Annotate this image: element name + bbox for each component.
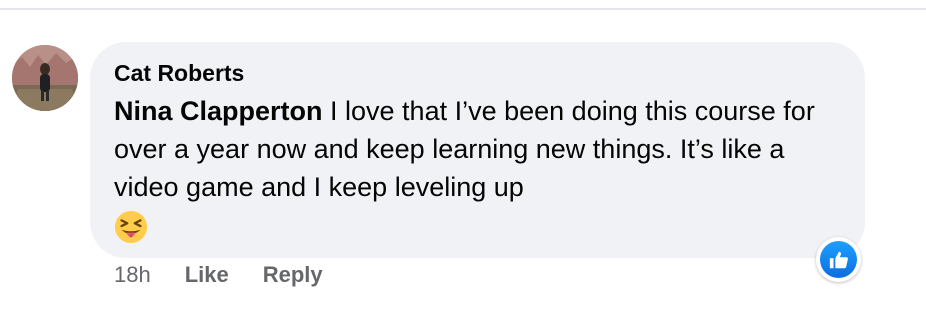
- like-button[interactable]: Like: [185, 262, 229, 288]
- comment-timestamp[interactable]: 18h: [114, 262, 151, 288]
- reply-button[interactable]: Reply: [263, 262, 323, 288]
- mention-link[interactable]: Nina Clapperton: [114, 96, 323, 126]
- emoji-squinting-tongue: [114, 210, 148, 244]
- top-divider: [0, 8, 926, 10]
- like-reaction-badge[interactable]: [816, 237, 861, 282]
- avatar-photo-icon: [12, 45, 78, 111]
- comment-author[interactable]: Cat Roberts: [114, 60, 244, 87]
- like-reaction-circle: [820, 241, 857, 278]
- squinting-tongue-emoji-icon: [114, 210, 148, 244]
- comment-actions: 18h Like Reply: [114, 262, 357, 288]
- like-icon: [829, 251, 848, 268]
- avatar[interactable]: [12, 45, 78, 111]
- comment-text: Nina Clapperton I love that I’ve been do…: [114, 92, 834, 206]
